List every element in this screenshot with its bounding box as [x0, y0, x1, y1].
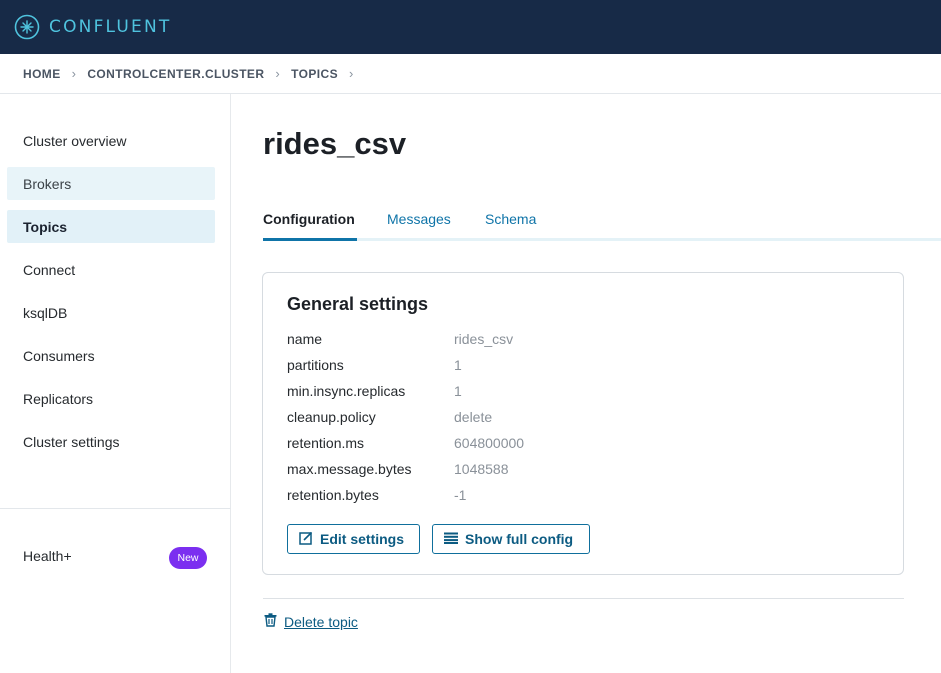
sidebar-divider	[0, 508, 231, 509]
tab-messages[interactable]: Messages	[387, 209, 451, 241]
setting-value: rides_csv	[454, 331, 514, 347]
chevron-right-icon: ›	[71, 66, 77, 81]
show-full-config-label: Show full config	[465, 531, 574, 547]
setting-value: 1048588	[454, 461, 509, 477]
setting-key: min.insync.replicas	[287, 383, 406, 399]
sidebar-item-consumers[interactable]: Consumers	[7, 339, 215, 372]
sidebar: Cluster overview Brokers Topics Connect …	[0, 94, 231, 673]
setting-key: name	[287, 331, 323, 347]
brand-name[interactable]: CONFLUENT	[49, 17, 171, 37]
confluent-logo-icon[interactable]	[14, 14, 40, 40]
tab-bar: Configuration Messages Schema	[263, 209, 941, 241]
page-title: rides_csv	[263, 126, 407, 161]
sidebar-item-cluster-overview[interactable]: Cluster overview	[7, 124, 215, 157]
breadcrumb-cluster[interactable]: CONTROLCENTER.CLUSTER	[87, 67, 264, 81]
new-badge: New	[169, 547, 207, 569]
tab-configuration[interactable]: Configuration	[263, 209, 357, 241]
sidebar-item-brokers[interactable]: Brokers	[7, 167, 215, 200]
breadcrumb-home[interactable]: HOME	[23, 67, 61, 81]
tab-schema[interactable]: Schema	[485, 209, 536, 241]
setting-key: cleanup.policy	[287, 409, 376, 425]
trash-icon	[264, 613, 277, 630]
edit-settings-label: Edit settings	[320, 531, 405, 547]
setting-value: 604800000	[454, 435, 525, 451]
setting-value: 1	[454, 357, 462, 373]
setting-value: 1	[454, 383, 462, 399]
general-settings-card: General settings name rides_csv partitio…	[262, 272, 904, 575]
setting-key: retention.ms	[287, 435, 365, 451]
setting-key: retention.bytes	[287, 487, 379, 503]
footer-divider	[263, 598, 904, 599]
sidebar-item-topics[interactable]: Topics	[7, 210, 215, 243]
show-full-config-button[interactable]: Show full config	[432, 524, 590, 554]
edit-settings-button[interactable]: Edit settings	[287, 524, 420, 554]
sidebar-item-replicators[interactable]: Replicators	[7, 382, 215, 415]
setting-value: -1	[454, 487, 467, 503]
delete-topic-link[interactable]: Delete topic	[264, 613, 358, 630]
breadcrumb-topics[interactable]: TOPICS	[291, 67, 338, 81]
sidebar-item-connect[interactable]: Connect	[7, 253, 215, 286]
card-title: General settings	[287, 294, 429, 314]
chevron-right-icon: ›	[275, 66, 281, 81]
setting-value: delete	[454, 409, 493, 425]
delete-topic-label: Delete topic	[284, 613, 358, 630]
sidebar-item-health[interactable]: Health+	[23, 548, 72, 564]
chevron-right-icon: ›	[349, 66, 354, 81]
sidebar-item-ksqldb[interactable]: ksqlDB	[7, 296, 215, 329]
list-icon	[444, 531, 465, 547]
sidebar-item-cluster-settings[interactable]: Cluster settings	[7, 425, 215, 458]
breadcrumb: HOME › CONTROLCENTER.CLUSTER › TOPICS ›	[0, 54, 941, 94]
top-bar: CONFLUENT	[0, 0, 941, 54]
edit-icon	[299, 531, 320, 548]
setting-key: partitions	[287, 357, 344, 373]
setting-key: max.message.bytes	[287, 461, 412, 477]
